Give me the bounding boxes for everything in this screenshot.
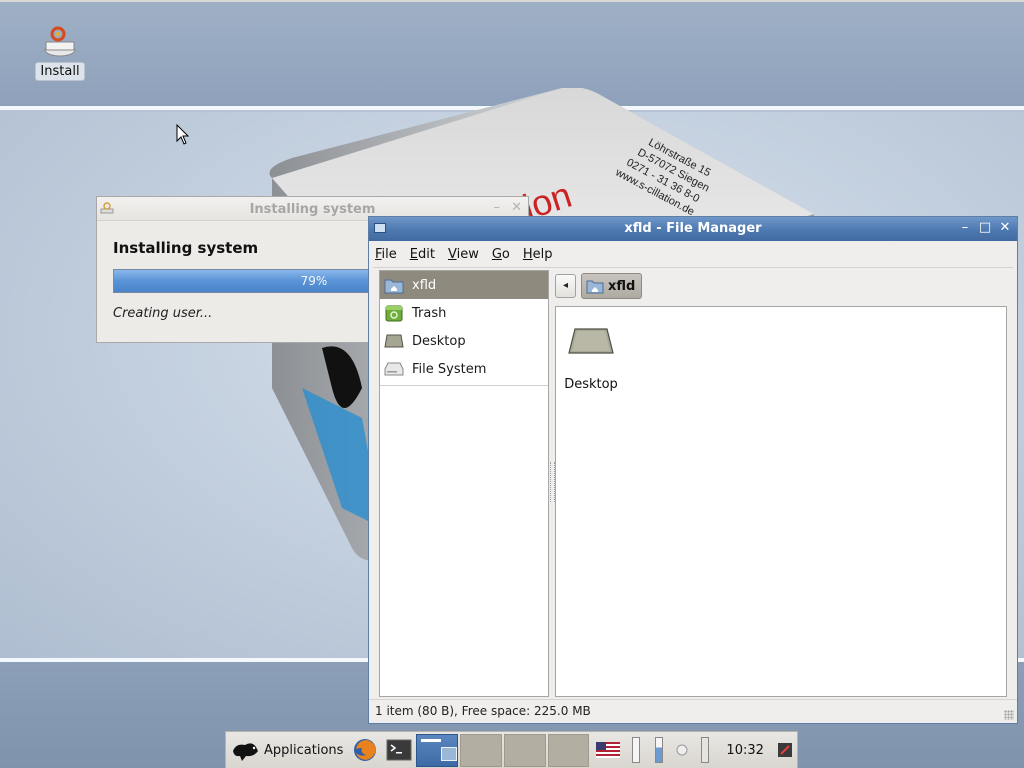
memory-monitor[interactable]	[650, 732, 667, 768]
taskbar-workspace-1[interactable]	[415, 733, 458, 767]
logout-button[interactable]	[777, 732, 794, 768]
menu-file[interactable]: File	[375, 247, 397, 262]
maximize-button[interactable]: □	[977, 220, 993, 236]
mini-window-icon	[420, 738, 441, 742]
sidebar-item-desktop[interactable]: Desktop	[380, 327, 548, 355]
file-manager-window-title: xfld - File Manager	[624, 221, 762, 236]
cpu-monitor[interactable]	[627, 732, 644, 768]
close-button[interactable]: ✕	[511, 200, 522, 215]
status-text: 1 item (80 B), Free space: 225.0 MB	[375, 704, 591, 718]
taskbar-workspace-2[interactable]	[459, 733, 502, 767]
xfce-mouse-icon	[233, 743, 258, 761]
sidebar-item-label: xfld	[412, 277, 437, 293]
minimize-button[interactable]: –	[957, 220, 973, 236]
status-bar: 1 item (80 B), Free space: 225.0 MB	[369, 699, 1017, 723]
sidebar-item-file-system[interactable]: File System	[380, 355, 548, 383]
menu-go[interactable]: Go	[492, 247, 510, 262]
installer-status-text: Creating user...	[113, 306, 213, 321]
volume-bar-icon	[700, 737, 709, 763]
file-item-desktop[interactable]: Desktop	[558, 325, 624, 392]
desktop-icon-install[interactable]: Install	[34, 24, 86, 81]
file-manager-titlebar[interactable]: xfld - File Manager – □ ✕	[369, 217, 1017, 241]
taskbar-workspace-4[interactable]	[547, 733, 590, 767]
menu-mnemonic: V	[447, 246, 457, 262]
desktop-icon-label: Install	[35, 62, 85, 81]
sidebar-divider	[380, 385, 548, 386]
places-sidebar: xfld Trash Desktop File System	[379, 270, 549, 697]
menu-help[interactable]: Help	[523, 247, 553, 262]
path-button-xfld[interactable]: xfld	[581, 273, 643, 299]
menu-label-rest: iew	[456, 246, 479, 262]
sidebar-item-label: Desktop	[412, 333, 466, 349]
path-scroll-left-button[interactable]: ◂	[555, 274, 576, 298]
menu-label-rest: elp	[532, 246, 553, 262]
home-folder-icon	[586, 280, 604, 294]
network-indicator[interactable]	[673, 732, 690, 768]
home-folder-icon	[384, 279, 404, 294]
sidebar-item-label: File System	[412, 361, 487, 377]
menu-mnemonic: E	[409, 246, 418, 262]
firefox-launcher[interactable]	[347, 732, 381, 768]
menu-label-rest: dit	[418, 246, 435, 262]
installer-window-title: Installing system	[249, 202, 376, 217]
menu-label-rest: o	[501, 246, 510, 262]
network-icon	[676, 744, 688, 756]
logout-icon	[778, 743, 793, 757]
minimize-button[interactable]: –	[494, 200, 501, 215]
menu-label-rest: ile	[381, 246, 397, 262]
keyboard-layout-indicator[interactable]	[594, 732, 621, 768]
volume-indicator[interactable]	[696, 732, 713, 768]
file-view[interactable]: Desktop	[555, 306, 1007, 697]
sidebar-item-label: Trash	[412, 305, 447, 321]
us-flag-icon	[595, 742, 620, 758]
sidebar-item-trash[interactable]: Trash	[380, 299, 548, 327]
installer-disc-icon	[43, 24, 77, 60]
taskbar-workspace-3[interactable]	[503, 733, 546, 767]
terminal-launcher[interactable]	[382, 732, 416, 768]
file-manager-window[interactable]: xfld - File Manager – □ ✕ File Edit View…	[368, 216, 1018, 724]
installer-heading: Installing system	[113, 239, 259, 257]
menu-mnemonic: G	[491, 246, 502, 262]
firefox-icon	[353, 739, 376, 761]
menu-mnemonic: H	[522, 246, 533, 262]
menu-separator	[373, 267, 1013, 268]
applications-menu-label: Applications	[264, 742, 344, 758]
path-button-label: xfld	[608, 278, 636, 294]
menu-bar: File Edit View Go Help	[369, 241, 1017, 267]
desktop-icon	[384, 334, 404, 348]
cpu-bar-icon	[631, 737, 640, 763]
applications-menu-button[interactable]: Applications	[226, 732, 347, 768]
menu-view[interactable]: View	[448, 247, 479, 262]
trash-icon	[385, 305, 403, 322]
drive-icon	[384, 362, 404, 376]
location-pathbar: ◂ xfld	[555, 272, 643, 300]
mini-window-icon	[440, 746, 457, 761]
desktop-folder-icon	[568, 328, 614, 354]
close-button[interactable]: ✕	[997, 220, 1013, 236]
memory-bar-icon	[654, 737, 663, 763]
mouse-cursor-icon	[176, 124, 190, 145]
sidebar-item-xfld[interactable]: xfld	[380, 271, 548, 299]
menu-edit[interactable]: Edit	[410, 247, 435, 262]
bottom-panel: Applications 10:32	[225, 731, 798, 768]
terminal-icon	[386, 739, 412, 761]
resize-grip-icon[interactable]	[1004, 710, 1014, 720]
file-item-label: Desktop	[564, 377, 618, 392]
panel-clock[interactable]: 10:32	[726, 743, 763, 758]
